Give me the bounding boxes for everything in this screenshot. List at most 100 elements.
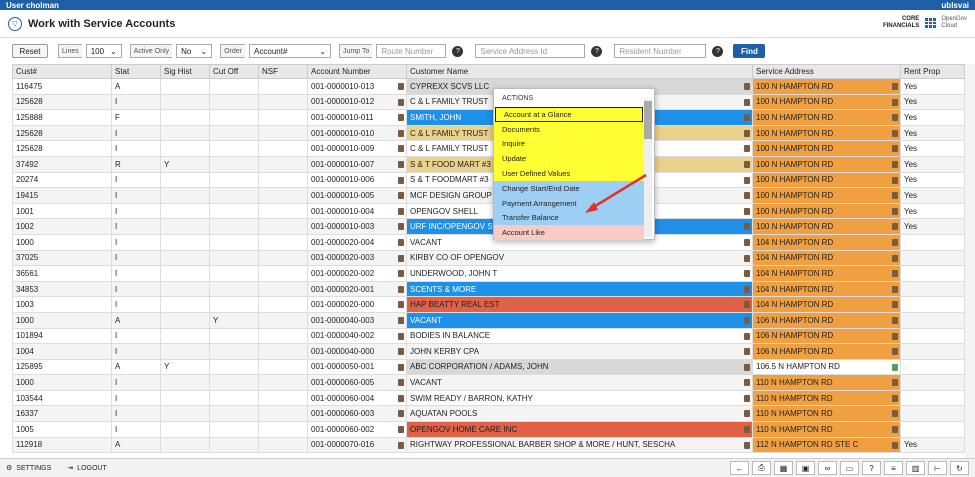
table-row[interactable]: 16337 I 001-0000060-003 AQUATAN POOLS 110 N … [12, 405, 965, 423]
notes-icon[interactable] [892, 238, 898, 246]
table-row[interactable]: 125895 A Y 001-0000050-001 ABC CORPORATION /… [12, 358, 965, 376]
notes-icon[interactable] [398, 285, 404, 293]
notes-icon[interactable] [892, 98, 898, 106]
settings-button[interactable]: ⚙ SETTINGS [6, 464, 51, 473]
action-item[interactable]: User Defined Values [494, 166, 644, 181]
logout-button[interactable]: ⇥ LOGOUT [67, 464, 106, 473]
notes-icon[interactable] [892, 348, 898, 356]
notes-icon[interactable] [398, 207, 404, 215]
notes-icon[interactable] [744, 160, 750, 168]
action-item[interactable]: Update [494, 151, 644, 167]
notes-icon[interactable] [892, 316, 898, 324]
table-row[interactable]: 1002 I 001-0000010-003 URF INC/OPENGOV S 100… [12, 218, 965, 235]
notes-icon[interactable] [398, 98, 404, 106]
column-header[interactable]: Service Address [752, 64, 901, 79]
order-select[interactable]: Account# ⌄ [249, 44, 332, 58]
notes-icon[interactable] [744, 176, 750, 184]
action-item[interactable]: Change Start/End Date [494, 180, 644, 196]
menu-icon[interactable]: ▽ [8, 16, 22, 31]
table-row[interactable]: 125888 F 001-0000010-011 SMITH, JOHN 100 N H… [12, 109, 965, 126]
notes-icon[interactable] [398, 145, 404, 153]
notes-icon[interactable] [744, 285, 750, 293]
notes-icon[interactable] [892, 426, 898, 434]
notes-icon[interactable] [892, 332, 898, 340]
table-row[interactable]: 101894 I 001-0000040-002 BODIES IN BALANCE 1… [12, 327, 965, 345]
notes-icon[interactable] [892, 379, 898, 387]
binoculars-icon[interactable]: ∞ [818, 461, 837, 475]
notes-icon[interactable] [398, 301, 404, 309]
notes-icon[interactable] [744, 394, 750, 402]
column-header[interactable]: NSF [258, 64, 308, 79]
notes-icon[interactable] [892, 363, 898, 371]
notes-icon[interactable] [892, 83, 898, 90]
notes-icon[interactable] [398, 160, 404, 168]
notes-icon[interactable] [892, 145, 898, 153]
column-header[interactable]: Stat [111, 64, 161, 79]
notes-icon[interactable] [892, 192, 898, 200]
notes-icon[interactable] [892, 254, 898, 262]
table-row[interactable]: 36561 I 001-0000020-002 UNDERWOOD, JOHN T 10… [12, 265, 965, 282]
notes-icon[interactable] [892, 410, 898, 418]
notes-icon[interactable] [398, 223, 404, 231]
table-row[interactable]: 103544 I 001-0000060-004 SWIM READY / BARRO… [12, 389, 965, 407]
table-row[interactable]: 1000 A Y 001-0000040-003 VACANT 106 N HAMPTON… [12, 311, 965, 329]
notes-icon[interactable] [398, 348, 404, 356]
lines-select[interactable]: 100 ⌄ [85, 44, 122, 58]
notes-icon[interactable] [892, 207, 898, 215]
table-row[interactable]: 112918 A 001-0000070-016 RIGHTWAY PROFESSIO… [12, 436, 965, 454]
column-header[interactable]: Sig Hist [160, 64, 210, 79]
table-row[interactable]: 34853 I 001-0000020-001 SCENTS & MORE 104 N … [12, 280, 965, 298]
action-item[interactable]: Documents [494, 121, 644, 137]
reset-button[interactable]: Reset [12, 44, 48, 58]
route-number-input[interactable]: Route Number [376, 44, 447, 58]
column-header[interactable]: Customer Name [406, 64, 753, 79]
notes-icon[interactable] [398, 270, 404, 278]
notes-icon[interactable] [398, 394, 404, 402]
actions-scrollbar[interactable] [644, 99, 652, 237]
resident-number-input[interactable]: Resident Number [614, 44, 707, 58]
notes-icon[interactable] [398, 83, 404, 90]
notes-icon[interactable] [744, 410, 750, 418]
table-row[interactable]: 20274 I 001-0000010-006 S & T FOODMART #3 10… [12, 171, 965, 189]
table-row[interactable]: 125628 I 001-0000010-009 C & L FAMILY TRUST… [12, 140, 965, 157]
notes-icon[interactable] [398, 410, 404, 418]
notes-icon[interactable] [398, 379, 404, 387]
table-row[interactable]: 1000 I 001-0000060-005 VACANT 110 N HAMPTON … [12, 374, 965, 391]
notes-icon[interactable] [744, 379, 750, 387]
column-header[interactable]: Cust# [12, 64, 112, 79]
notes-icon[interactable] [892, 285, 898, 293]
table-row[interactable]: 1001 I 001-0000010-004 OPENGOV SHELL 100 N H… [12, 202, 965, 220]
notes-icon[interactable] [744, 114, 750, 122]
table-row[interactable]: 37025 I 001-0000020-003 KIRBY CO OF OPENGOV… [12, 249, 965, 267]
notes-icon[interactable] [744, 207, 750, 215]
notes-icon[interactable] [398, 238, 404, 246]
notes-icon[interactable] [398, 332, 404, 340]
action-item[interactable]: Payment Arrangement [494, 195, 644, 211]
action-item[interactable]: Inquire [494, 136, 644, 152]
notes-icon[interactable] [744, 98, 750, 106]
notes-icon[interactable] [892, 176, 898, 184]
notes-icon[interactable] [398, 363, 404, 371]
help-icon[interactable]: ? [712, 45, 724, 57]
notes-icon[interactable] [892, 301, 898, 309]
table-row[interactable]: 116475 A 001-0000010-013 CYPREXX SCVS LLC 10… [12, 78, 965, 95]
help-icon[interactable]: ? [452, 45, 464, 57]
vertical-scrollbar[interactable] [965, 64, 975, 458]
action-item[interactable]: Transfer Balance [494, 210, 644, 226]
active-only-select[interactable]: No ⌄ [176, 44, 213, 58]
tree-icon[interactable]: ⊢ [928, 461, 947, 475]
excel-icon[interactable]: ▣ [796, 461, 815, 475]
table-row[interactable]: 37492 R Y 001-0000010-007 S & T FOOD MART #3… [12, 155, 965, 173]
list-icon[interactable]: ≡ [884, 461, 903, 475]
notes-icon[interactable] [892, 160, 898, 168]
notes-icon[interactable] [892, 114, 898, 122]
service-address-input[interactable]: Service Address Id [475, 44, 586, 58]
column-header[interactable]: Rent Prop [900, 64, 965, 79]
grid-icon[interactable]: ▦ [774, 461, 793, 475]
notes-icon[interactable] [744, 441, 750, 449]
notes-icon[interactable] [744, 129, 750, 137]
notes-icon[interactable] [398, 426, 404, 434]
notes-icon[interactable] [744, 301, 750, 309]
notes-icon[interactable] [744, 238, 750, 246]
notes-icon[interactable] [744, 145, 750, 153]
